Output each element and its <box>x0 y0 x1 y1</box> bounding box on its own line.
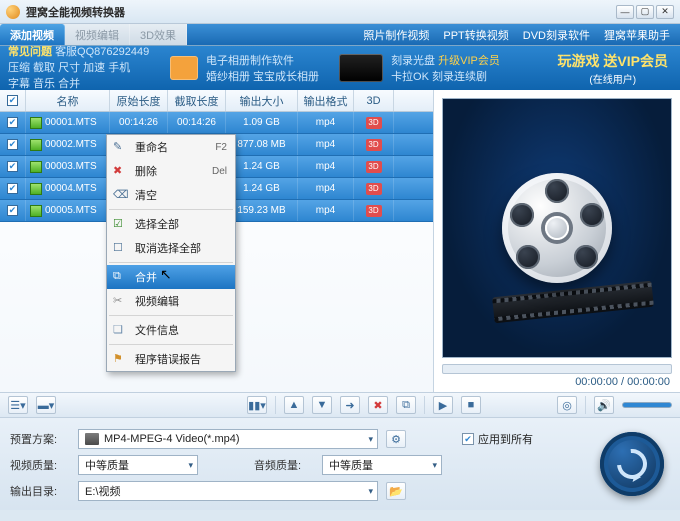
output-dir-combo[interactable]: E:\视频 <box>78 481 378 501</box>
preset-label: 预置方案: <box>10 431 70 447</box>
table-row[interactable]: ✔00001.MTS00:14:2600:14:261.09 GBmp43D <box>0 112 433 134</box>
col-trim-length[interactable]: 截取长度 <box>168 90 226 111</box>
action-bar: ☰▾ ▬▾ ▮▮▾ ▲ ▼ ➜ ✖ ⧉ ▶ ■ ◎ 🔊 <box>0 392 680 418</box>
nav-ppt-video[interactable]: PPT转换视频 <box>443 27 508 43</box>
col-output-size[interactable]: 输出大小 <box>226 90 298 111</box>
time-display: 00:00:00 / 00:00:00 <box>575 376 670 388</box>
close-button[interactable]: ✕ <box>656 5 674 19</box>
menu-delete[interactable]: 删除Del <box>107 159 235 183</box>
album-promo[interactable]: 电子相册制作软件 婚纱相册 宝宝成长相册 <box>160 52 329 84</box>
output-dir-label: 输出目录: <box>10 483 70 499</box>
menu-clear[interactable]: 清空 <box>107 183 235 207</box>
disc-promo[interactable]: 刻录光盘 升级VIP会员 卡拉OK 刻录连续剧 <box>329 52 510 84</box>
col-check[interactable]: ✔ <box>0 90 26 111</box>
clear-icon <box>113 188 127 202</box>
play-button[interactable]: ▶ <box>433 396 453 414</box>
menu-file-info[interactable]: 文件信息 <box>107 318 235 342</box>
unselect-all-icon <box>113 241 127 255</box>
remove-button[interactable]: ▬▾ <box>36 396 56 414</box>
open-folder-button[interactable]: 📂 <box>386 482 406 500</box>
menu-rename[interactable]: 重命名F2 <box>107 135 235 159</box>
menu-unselect-all[interactable]: 取消选择全部 <box>107 236 235 260</box>
col-output-format[interactable]: 输出格式 <box>298 90 354 111</box>
qq-contact[interactable]: 客服QQ876292449 <box>55 46 149 58</box>
filmstrip-icon <box>492 281 654 324</box>
dvd-icon <box>339 54 383 82</box>
file-list-pane: ✔ 名称 原始长度 截取长度 输出大小 输出格式 3D ✔00001.MTS00… <box>0 90 434 392</box>
cursor-icon: ↖ <box>160 266 172 283</box>
col-3d[interactable]: 3D <box>354 90 394 111</box>
app-title: 狸窝全能视频转换器 <box>26 4 125 20</box>
menu-video-edit[interactable]: 视频编辑 <box>107 289 235 313</box>
top-nav-links: 照片制作视频 PPT转换视频 DVD刻录软件 狸窝苹果助手 <box>187 24 680 45</box>
menu-bug-report[interactable]: 程序错误报告 <box>107 347 235 371</box>
preview-screen <box>442 98 672 358</box>
menu-select-all[interactable]: 选择全部 <box>107 212 235 236</box>
ribbon: 常见问题 客服QQ876292449 压缩 截取 尺寸 加速 手机 字幕 音乐 … <box>0 46 680 90</box>
preset-combo[interactable]: MP4-MPEG-4 Video(*.mp4) <box>78 429 378 449</box>
view-list-button[interactable]: ☰▾ <box>8 396 28 414</box>
context-menu: 重命名F2 删除Del 清空 选择全部 取消选择全部 合并 视频编辑 文件信息 … <box>106 134 236 372</box>
preset-settings-button[interactable]: ⚙ <box>386 430 406 448</box>
audio-quality-label: 音频质量: <box>254 457 314 473</box>
apply-all-checkbox[interactable]: ✔应用到所有 <box>462 431 533 447</box>
move-down-button[interactable]: ▼ <box>312 396 332 414</box>
table-body: ✔00001.MTS00:14:2600:14:261.09 GBmp43D✔0… <box>0 112 433 392</box>
video-quality-combo[interactable]: 中等质量 <box>78 455 198 475</box>
nav-photo-video[interactable]: 照片制作视频 <box>363 27 429 43</box>
titlebar: 狸窝全能视频转换器 — ▢ ✕ <box>0 0 680 24</box>
video-quality-label: 视频质量: <box>10 457 70 473</box>
feature-line-1: 压缩 截取 尺寸 加速 手机 <box>8 60 152 76</box>
seek-bar[interactable] <box>442 364 672 374</box>
preview-pane: 00:00:00 / 00:00:00 <box>434 90 680 392</box>
film-reel-icon <box>502 173 612 283</box>
select-all-icon <box>113 217 127 231</box>
edit-icon <box>113 294 127 308</box>
merge-icon <box>113 270 127 284</box>
convert-button[interactable] <box>600 432 664 496</box>
format-icon <box>85 433 99 445</box>
volume-button[interactable]: 🔊 <box>594 396 614 414</box>
app-logo-icon <box>6 5 20 19</box>
nav-apple-helper[interactable]: 狸窝苹果助手 <box>604 27 670 43</box>
col-orig-length[interactable]: 原始长度 <box>110 90 168 111</box>
ppt-icon <box>170 56 198 80</box>
delete-icon <box>113 164 127 178</box>
vip-promo[interactable]: 玩游戏 送VIP会员 (在线用户) <box>558 51 668 86</box>
snapshot-button[interactable]: ◎ <box>557 396 577 414</box>
nav-dvd-burn[interactable]: DVD刻录软件 <box>523 27 590 43</box>
merge-button[interactable]: ⧉ <box>396 396 416 414</box>
stop-button[interactable]: ■ <box>461 396 481 414</box>
bug-icon <box>113 352 127 366</box>
convert-icon <box>611 443 653 485</box>
maximize-button[interactable]: ▢ <box>636 5 654 19</box>
rename-icon <box>113 140 127 154</box>
volume-slider[interactable] <box>622 402 672 408</box>
equalizer-button[interactable]: ▮▮▾ <box>247 396 267 414</box>
info-icon <box>113 323 127 337</box>
move-in-button[interactable]: ➜ <box>340 396 360 414</box>
table-header: ✔ 名称 原始长度 截取长度 输出大小 输出格式 3D <box>0 90 433 112</box>
settings-panel: 预置方案: MP4-MPEG-4 Video(*.mp4) ⚙ ✔应用到所有 视… <box>0 418 680 510</box>
faq-link[interactable]: 常见问题 <box>8 46 52 58</box>
audio-quality-combo[interactable]: 中等质量 <box>322 455 442 475</box>
delete-button[interactable]: ✖ <box>368 396 388 414</box>
col-name[interactable]: 名称 <box>26 90 110 111</box>
minimize-button[interactable]: — <box>616 5 634 19</box>
move-up-button[interactable]: ▲ <box>284 396 304 414</box>
